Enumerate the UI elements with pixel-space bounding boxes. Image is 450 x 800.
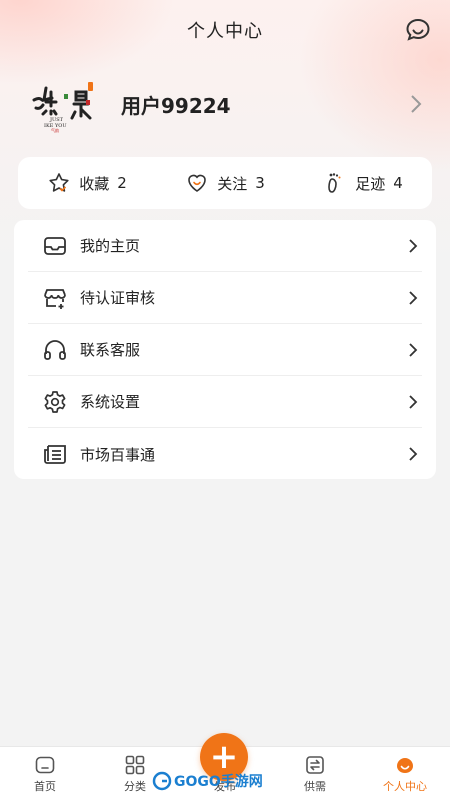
star-icon bbox=[49, 173, 69, 192]
menu-label: 市场百事通 bbox=[80, 445, 156, 464]
stat-label: 收藏 bbox=[79, 174, 110, 193]
exchange-icon bbox=[306, 756, 324, 774]
stat-label: 关注 bbox=[217, 174, 248, 193]
watermark-text: GOGO手游网 bbox=[174, 774, 263, 790]
newspaper-icon bbox=[44, 445, 66, 464]
watermark-logo-icon bbox=[152, 771, 172, 791]
menu-item-pending-review[interactable]: 待认证审核 bbox=[28, 272, 422, 324]
stat-label: 足迹 bbox=[355, 174, 386, 193]
tab-label: 分类 bbox=[124, 780, 146, 793]
headphones-icon bbox=[44, 339, 66, 360]
chevron-right-icon bbox=[409, 447, 418, 461]
settings-icon bbox=[44, 390, 66, 413]
menu-card: 我的主页 待认证审核 联系客服 系统设置 市场百事通 bbox=[14, 220, 436, 479]
tab-home[interactable]: 首页 bbox=[0, 747, 90, 800]
tab-label: 供需 bbox=[304, 780, 326, 793]
menu-label: 我的主页 bbox=[80, 237, 141, 255]
chevron-right-icon bbox=[409, 395, 418, 409]
username: 用户99224 bbox=[121, 94, 231, 118]
stats-card: 收藏 2 关注 3 足迹 4 bbox=[18, 157, 432, 209]
stat-favorites[interactable]: 收藏 2 bbox=[18, 171, 156, 195]
tab-profile[interactable]: 个人中心 bbox=[360, 747, 450, 800]
stat-following[interactable]: 关注 3 bbox=[156, 171, 294, 195]
menu-item-market-guide[interactable]: 市场百事通 bbox=[28, 428, 422, 480]
chat-bubble-icon bbox=[406, 18, 430, 41]
profile-section[interactable]: JUST IKE YOU 气韵 用户99224 bbox=[0, 72, 450, 136]
page-header: 个人中心 bbox=[0, 0, 450, 60]
avatar[interactable]: JUST IKE YOU 气韵 bbox=[30, 74, 104, 134]
inbox-icon bbox=[44, 236, 66, 255]
chevron-right-icon bbox=[409, 239, 418, 253]
menu-item-my-homepage[interactable]: 我的主页 bbox=[28, 220, 422, 272]
store-add-icon bbox=[44, 288, 66, 309]
stat-footprints[interactable]: 足迹 4 bbox=[294, 171, 432, 195]
chevron-right-icon bbox=[409, 291, 418, 305]
page-title: 个人中心 bbox=[187, 21, 263, 42]
stat-count: 3 bbox=[255, 174, 265, 192]
chat-button[interactable] bbox=[404, 16, 432, 44]
menu-item-customer-service[interactable]: 联系客服 bbox=[28, 324, 422, 376]
user-icon bbox=[397, 758, 413, 773]
menu-item-system-settings[interactable]: 系统设置 bbox=[28, 376, 422, 428]
tab-label: 首页 bbox=[34, 780, 56, 793]
home-icon bbox=[35, 756, 55, 774]
menu-label: 待认证审核 bbox=[80, 289, 156, 307]
menu-label: 联系客服 bbox=[80, 341, 141, 359]
tab-label: 个人中心 bbox=[383, 780, 427, 793]
stat-count: 4 bbox=[393, 174, 403, 192]
chevron-right-icon bbox=[409, 343, 418, 357]
watermark: GOGO手游网 bbox=[152, 770, 263, 792]
avatar-logo: JUST IKE YOU 气韵 bbox=[32, 82, 93, 133]
plus-icon: + bbox=[209, 737, 239, 777]
grid-icon bbox=[125, 755, 145, 775]
svg-text:气韵: 气韵 bbox=[51, 127, 59, 133]
tab-supply-demand[interactable]: 供需 bbox=[270, 747, 360, 800]
stat-count: 2 bbox=[117, 174, 127, 192]
menu-label: 系统设置 bbox=[80, 393, 141, 411]
footprint-icon bbox=[328, 173, 341, 193]
chevron-right-icon[interactable] bbox=[408, 92, 424, 116]
heart-icon bbox=[188, 174, 207, 192]
